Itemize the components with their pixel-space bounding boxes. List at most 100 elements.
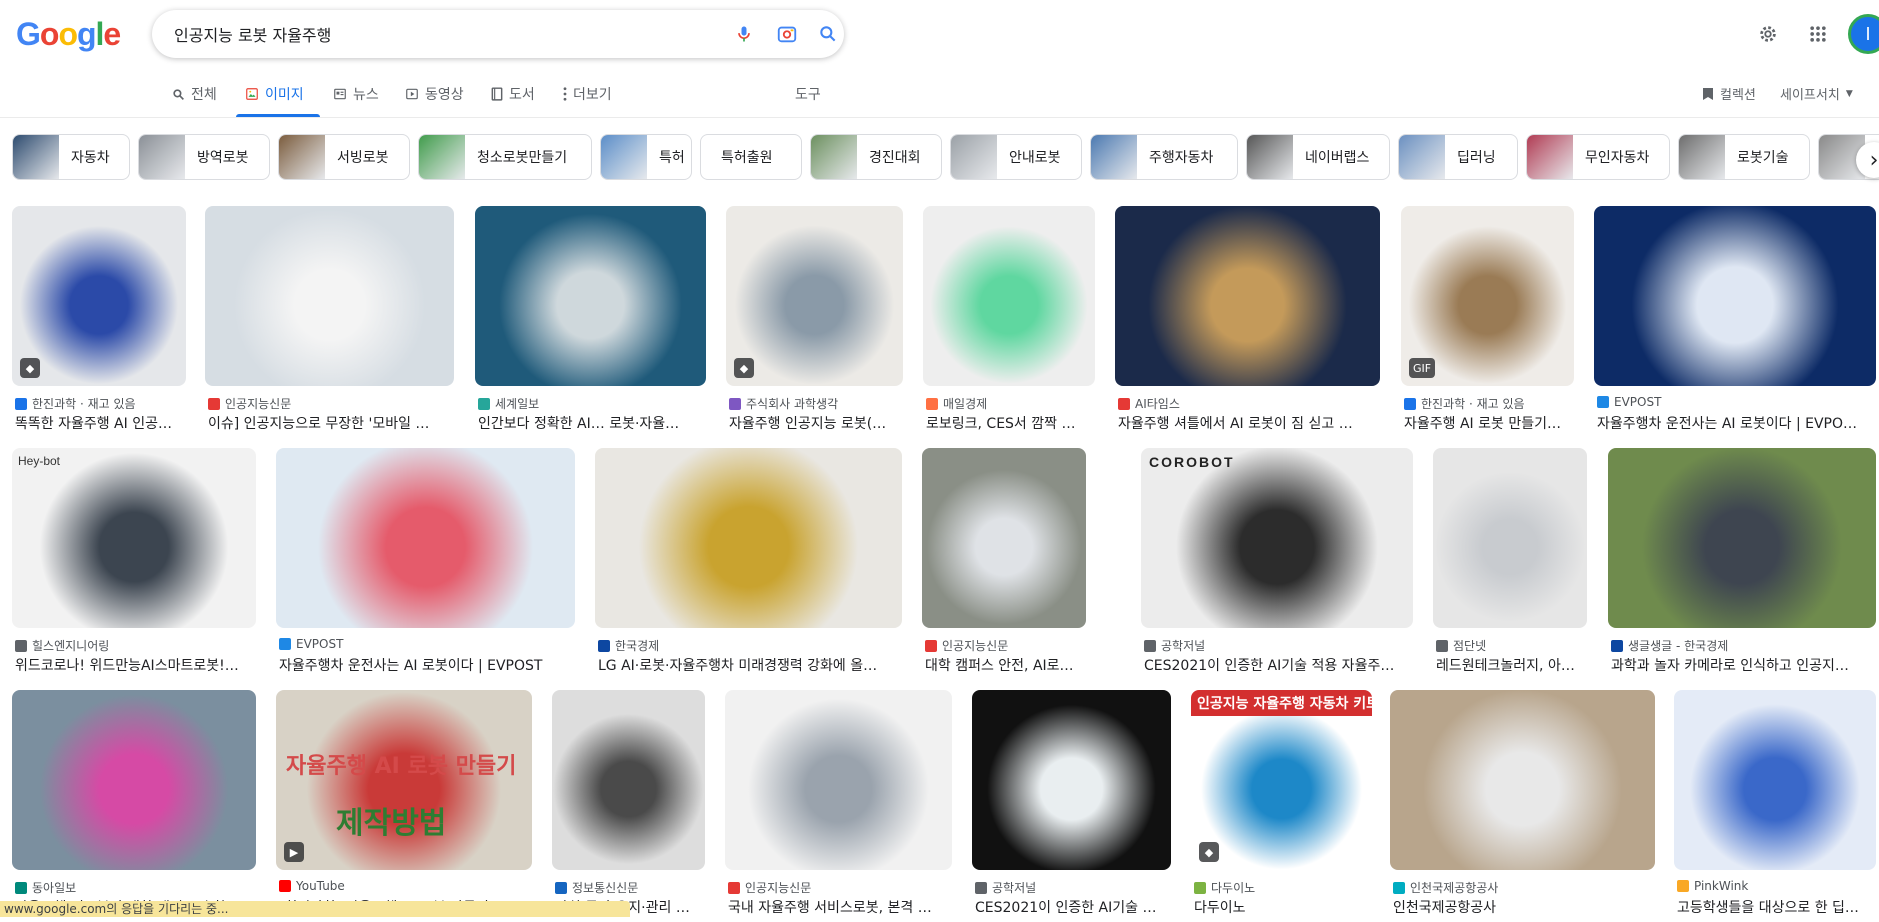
related-chip[interactable]: 방역로봇: [138, 134, 270, 180]
result-title[interactable]: 로보링크, CES서 깜짝 …: [926, 413, 1095, 433]
result-source[interactable]: 한국경제: [598, 637, 902, 654]
image-result[interactable]: 공학저널 CES2021이 인증한 AI기술 …: [972, 690, 1171, 922]
tab-0[interactable]: 전체: [172, 84, 217, 104]
result-title[interactable]: 똑똑한 자율주행 AI 인공…: [15, 413, 186, 433]
result-title[interactable]: 이슈] 인공지능으로 무장한 '모바일 …: [208, 413, 454, 433]
result-thumbnail[interactable]: [725, 690, 952, 870]
related-chip[interactable]: 안내로봇: [950, 134, 1082, 180]
camera-icon[interactable]: [775, 22, 799, 46]
result-title[interactable]: 자율주행 AI 로봇 만들기…: [1404, 413, 1574, 433]
image-result[interactable]: COROBOT 공학저널 CES2021이 인증한 AI기술 적용 자율주…: [1141, 448, 1413, 680]
image-result[interactable]: ◆ 인공지능 자율주행 자동차 키트 다두이노 다두이노: [1191, 690, 1372, 922]
result-thumbnail[interactable]: [1594, 206, 1876, 386]
image-result[interactable]: 한국경제 LG AI·로봇·자율주행차 미래경쟁력 강화에 올…: [595, 448, 902, 680]
related-chip[interactable]: 로봇기술: [1678, 134, 1810, 180]
result-title[interactable]: CES2021이 인증한 AI기술 적용 자율주…: [1144, 655, 1413, 675]
search-icon[interactable]: [816, 22, 840, 46]
result-source[interactable]: 주식회사 과학생각: [729, 395, 903, 412]
result-source[interactable]: 인공지능신문: [728, 879, 952, 896]
image-result[interactable]: ▶자율주행 AI 로봇 만들기제작방법YouTube(회지과학) 자율주행 AI…: [276, 690, 532, 922]
result-source[interactable]: EVPOST: [1597, 395, 1876, 409]
result-title[interactable]: 인천국제공항공사: [1393, 897, 1655, 917]
result-source[interactable]: 매일경제: [926, 395, 1095, 412]
result-thumbnail[interactable]: [1674, 690, 1876, 870]
result-title[interactable]: 자율주행 셔틀에서 AI 로봇이 짐 싣고 …: [1118, 413, 1380, 433]
related-chip[interactable]: 네이버랩스: [1246, 134, 1390, 180]
avatar[interactable]: I: [1848, 14, 1879, 54]
mic-icon[interactable]: [732, 22, 756, 46]
result-thumbnail[interactable]: [972, 690, 1171, 870]
result-source[interactable]: 인천국제공항공사: [1393, 879, 1655, 896]
image-result[interactable]: 인공지능신문 대학 캠퍼스 안전, AI로봇이 …: [922, 448, 1086, 680]
apps-grid-icon[interactable]: [1802, 18, 1834, 50]
result-thumbnail[interactable]: [1608, 448, 1876, 628]
result-thumbnail[interactable]: [922, 448, 1086, 628]
result-thumbnail[interactable]: [475, 206, 706, 386]
image-result[interactable]: EVPOST 자율주행차 운전사는 AI 로봇이다 | EVPO…: [1594, 206, 1876, 438]
gear-icon[interactable]: [1752, 18, 1784, 50]
result-source[interactable]: 점단넷: [1436, 637, 1587, 654]
result-title[interactable]: 대학 캠퍼스 안전, AI로봇이 …: [925, 655, 1086, 675]
result-title[interactable]: 국내 자율주행 서비스로봇, 본격 …: [728, 897, 952, 917]
result-thumbnail[interactable]: ◆: [12, 206, 186, 386]
image-result[interactable]: 정보통신신문자치 공간 유지·관리 …: [552, 690, 705, 922]
image-result[interactable]: 매일경제 로보링크, CES서 깜짝 …: [923, 206, 1095, 438]
search-input[interactable]: [174, 22, 694, 46]
image-result[interactable]: 인공지능신문 국내 자율주행 서비스로봇, 본격 …: [725, 690, 952, 922]
image-result[interactable]: PinkWink 고등학생들을 대상으로 한 딥…: [1674, 690, 1876, 922]
result-thumbnail[interactable]: [552, 690, 705, 870]
result-thumbnail[interactable]: [1390, 690, 1655, 870]
related-chip[interactable]: 무인자동차: [1526, 134, 1670, 180]
image-result[interactable]: 인천국제공항공사 인천국제공항공사: [1390, 690, 1655, 922]
result-thumbnail[interactable]: [1115, 206, 1380, 386]
result-thumbnail[interactable]: [595, 448, 902, 628]
result-source[interactable]: 세계일보: [478, 395, 706, 412]
result-source[interactable]: EVPOST: [279, 637, 575, 651]
result-title[interactable]: 위드코로나! 위드만능AI스마트로봇!…: [15, 655, 256, 675]
result-source[interactable]: 힐스엔지니어링: [15, 637, 256, 654]
related-chip[interactable]: 주행자동차: [1090, 134, 1238, 180]
google-logo[interactable]: Google: [16, 16, 121, 53]
tab-4[interactable]: 도서: [491, 84, 535, 104]
related-chip[interactable]: 청소로봇만들기: [418, 134, 592, 180]
result-thumbnail[interactable]: [276, 448, 575, 628]
tab-1[interactable]: 이미지: [245, 84, 304, 104]
image-result[interactable]: Hey-bot 힐스엔지니어링 위드코로나! 위드만능AI스마트로봇!…: [12, 448, 256, 680]
image-result[interactable]: 인공지능신문 이슈] 인공지능으로 무장한 '모바일 …: [205, 206, 454, 438]
result-source[interactable]: 동아일보: [15, 879, 256, 896]
image-result[interactable]: GIF 한진과학 · 재고 있음 자율주행 AI 로봇 만들기…: [1401, 206, 1574, 438]
image-result[interactable]: EVPOST 자율주행차 운전사는 AI 로봇이다 | EVPOST: [276, 448, 575, 680]
result-thumbnail[interactable]: COROBOT: [1141, 448, 1413, 628]
image-result[interactable]: AI타임스 자율주행 셔틀에서 AI 로봇이 짐 싣고 …: [1115, 206, 1380, 438]
image-result[interactable]: 동아일보자율주행 서큐봇이 대학 캠퍼스 순찰…: [12, 690, 256, 922]
result-thumbnail[interactable]: ◆ 인공지능 자율주행 자동차 키트: [1191, 690, 1372, 870]
related-chip[interactable]: 자동차: [12, 134, 130, 180]
image-result[interactable]: ◆ 주식회사 과학생각 자율주행 인공지능 로봇(…: [726, 206, 903, 438]
related-chip[interactable]: 특허: [600, 134, 692, 180]
related-chip[interactable]: 서빙로봇: [278, 134, 410, 180]
result-thumbnail[interactable]: ▶ 자율주행 AI 로봇 만들기 제작방법: [276, 690, 532, 870]
image-result[interactable]: 세계일보 인간보다 정확한 AI… 로봇·자율…: [475, 206, 706, 438]
result-title[interactable]: 과학과 놀자 카메라로 인식하고 인공지…: [1611, 655, 1876, 675]
result-source[interactable]: 인공지능신문: [208, 395, 454, 412]
collections-button[interactable]: 컬렉션: [1702, 84, 1756, 103]
result-thumbnail[interactable]: [205, 206, 454, 386]
result-source[interactable]: 생글생글 - 한국경제: [1611, 637, 1876, 654]
result-thumbnail[interactable]: Hey-bot: [12, 448, 256, 628]
related-chip[interactable]: 특허출원: [700, 134, 802, 180]
result-source[interactable]: 한진과학 · 재고 있음: [1404, 395, 1574, 412]
tab-3[interactable]: 동영상: [405, 84, 464, 104]
related-chip[interactable]: 딥러닝: [1398, 134, 1518, 180]
result-source[interactable]: 정보통신신문: [555, 879, 705, 896]
result-title[interactable]: 레드원테크놀러지, 아…: [1436, 655, 1587, 675]
image-result[interactable]: 생글생글 - 한국경제 과학과 놀자 카메라로 인식하고 인공지…: [1608, 448, 1876, 680]
result-thumbnail[interactable]: GIF: [1401, 206, 1574, 386]
tab-2[interactable]: 뉴스: [333, 84, 379, 104]
result-source[interactable]: 인공지능신문: [925, 637, 1086, 654]
result-title[interactable]: 다두이노: [1194, 897, 1372, 917]
related-chip[interactable]: 경진대회: [810, 134, 942, 180]
safesearch-button[interactable]: 세이프서치 ▼: [1780, 84, 1853, 103]
result-title[interactable]: CES2021이 인증한 AI기술 …: [975, 897, 1171, 917]
image-result[interactable]: ◆ 한진과학 · 재고 있음 똑똑한 자율주행 AI 인공…: [12, 206, 186, 438]
result-source[interactable]: 공학저널: [1144, 637, 1413, 654]
